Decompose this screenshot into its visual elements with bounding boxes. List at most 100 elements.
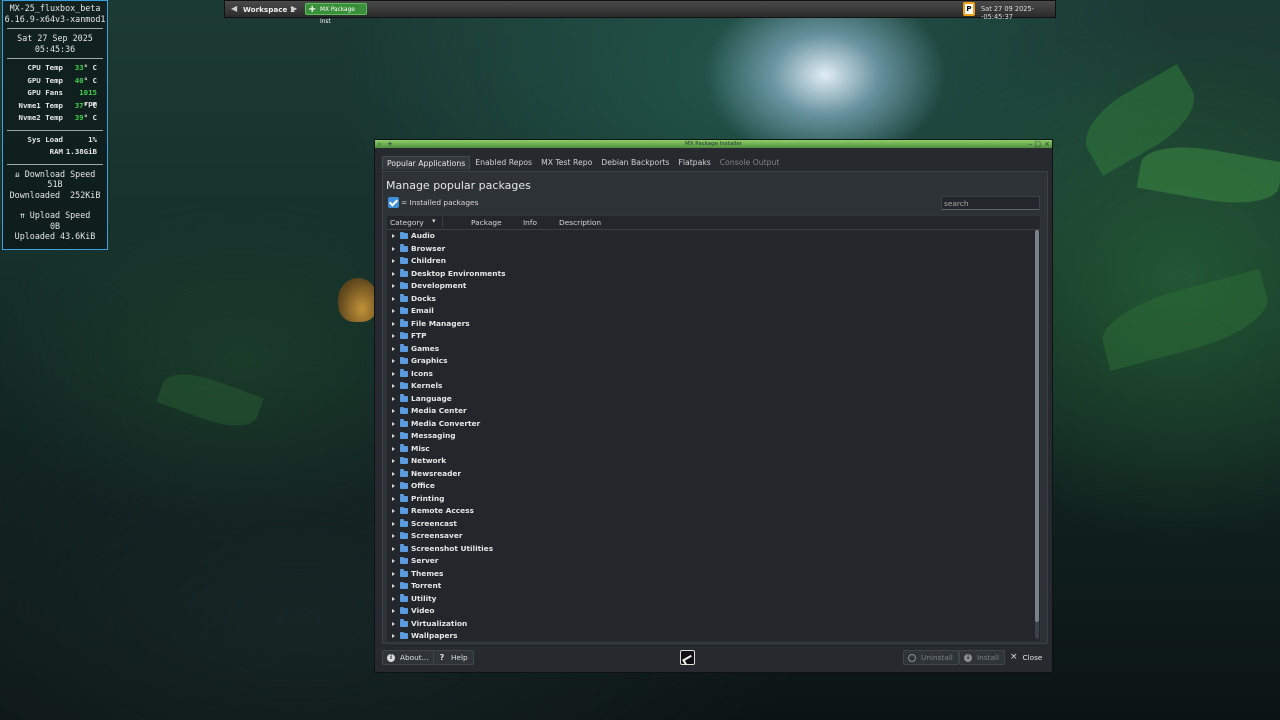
expand-arrow-icon[interactable] [392, 584, 395, 588]
category-row[interactable]: Server [387, 555, 1035, 568]
category-row[interactable]: Wallpapers [387, 630, 1035, 641]
tab-popular-applications[interactable]: Popular Applications [382, 156, 471, 170]
column-header-info[interactable]: Info [523, 218, 537, 227]
expand-arrow-icon[interactable] [392, 346, 395, 351]
category-row[interactable]: Media Converter [387, 418, 1035, 431]
tab-mx-test-repo[interactable]: MX Test Repo [537, 156, 596, 170]
mx-logo-icon [680, 650, 695, 665]
category-row[interactable]: Torrent [387, 580, 1035, 593]
expand-arrow-icon[interactable] [392, 259, 395, 263]
column-header-package[interactable]: Package [471, 218, 502, 227]
category-row[interactable]: Virtualization [387, 618, 1035, 631]
help-button[interactable]: ? Help [433, 650, 474, 665]
category-row[interactable]: Media Center [387, 405, 1035, 418]
window-stick-icon[interactable]: + [387, 140, 393, 148]
expand-arrow-icon[interactable] [392, 371, 395, 376]
category-row[interactable]: Icons [387, 368, 1035, 381]
category-row[interactable]: Screencast [387, 518, 1035, 531]
taskbar-task-mx-package-installer[interactable]: + MX Package Inst [305, 3, 367, 25]
category-row[interactable]: FTP [387, 330, 1035, 343]
category-row[interactable]: Printing [387, 493, 1035, 506]
category-row[interactable]: Browser [387, 243, 1035, 256]
window-menu-icon[interactable]: ‹ [378, 140, 381, 148]
expand-arrow-icon[interactable] [392, 596, 395, 601]
category-row[interactable]: Screenshot Utilities [387, 543, 1035, 556]
expand-arrow-icon[interactable] [392, 384, 395, 388]
tab-flatpaks[interactable]: Flatpaks [674, 156, 714, 170]
expand-arrow-icon[interactable] [392, 496, 395, 501]
category-row[interactable]: Newsreader [387, 468, 1035, 481]
category-row[interactable]: Kernels [387, 380, 1035, 393]
tab-console-output[interactable]: Console Output [716, 156, 784, 170]
category-row[interactable]: Language [387, 393, 1035, 406]
category-row[interactable]: Video [387, 605, 1035, 618]
scrollbar-thumb[interactable] [1035, 230, 1039, 622]
expand-arrow-icon[interactable] [392, 434, 395, 438]
category-row[interactable]: Audio [387, 230, 1035, 243]
expand-arrow-icon[interactable] [392, 571, 395, 576]
expand-arrow-icon[interactable] [392, 334, 395, 338]
expand-arrow-icon[interactable] [392, 609, 395, 613]
expand-arrow-icon[interactable] [392, 359, 395, 363]
expand-arrow-icon[interactable] [392, 296, 395, 301]
category-row[interactable]: Remote Access [387, 505, 1035, 518]
expand-arrow-icon[interactable] [392, 559, 395, 563]
workspace-name[interactable]: Workspace 1 [243, 5, 295, 14]
expand-arrow-icon[interactable] [392, 521, 395, 526]
expand-arrow-icon[interactable] [392, 459, 395, 463]
maximize-icon[interactable]: □ [1034, 140, 1041, 148]
search-input[interactable] [941, 196, 1040, 210]
category-row[interactable]: Development [387, 280, 1035, 293]
tab-debian-backports[interactable]: Debian Backports [597, 156, 673, 170]
category-row[interactable]: Screensaver [387, 530, 1035, 543]
column-header-description[interactable]: Description [559, 218, 601, 227]
expand-arrow-icon[interactable] [392, 271, 395, 276]
category-row[interactable]: Themes [387, 568, 1035, 581]
expand-arrow-icon[interactable] [392, 234, 395, 238]
uninstall-button[interactable]: Uninstall [903, 650, 959, 665]
expand-arrow-icon[interactable] [392, 321, 395, 326]
window-titlebar[interactable]: ‹ + MX Package Installer – □ × [375, 140, 1052, 148]
expand-arrow-icon[interactable] [392, 396, 395, 401]
conky-stats: CPU Temp 33° C GPU Temp 40° C GPU Fans 1015 r… [3, 63, 107, 126]
workspace-next-icon[interactable]: ▶ [291, 4, 297, 13]
folder-icon [400, 444, 408, 452]
category-row[interactable]: Graphics [387, 355, 1035, 368]
workspace-prev-icon[interactable]: ◀ [231, 4, 237, 13]
category-row[interactable]: Misc [387, 443, 1035, 456]
category-row[interactable]: Office [387, 480, 1035, 493]
category-label: FTP [411, 331, 427, 340]
column-header-category[interactable]: Category [390, 218, 424, 227]
install-button[interactable]: ↓ Install [959, 650, 1005, 665]
expand-arrow-icon[interactable] [392, 484, 395, 488]
expand-arrow-icon[interactable] [392, 634, 395, 638]
about-button-label: About... [400, 653, 429, 662]
expand-arrow-icon[interactable] [392, 246, 395, 251]
tab-enabled-repos[interactable]: Enabled Repos [471, 156, 536, 170]
about-button[interactable]: i About... [382, 650, 435, 665]
category-row[interactable]: Docks [387, 293, 1035, 306]
expand-arrow-icon[interactable] [392, 421, 395, 426]
expand-arrow-icon[interactable] [392, 546, 395, 551]
minimize-icon[interactable]: – [1029, 140, 1033, 148]
close-button[interactable]: × Close [1006, 650, 1047, 665]
expand-arrow-icon[interactable] [392, 534, 395, 538]
tree-scrollbar[interactable] [1035, 230, 1039, 639]
category-row[interactable]: Utility [387, 593, 1035, 606]
category-row[interactable]: Messaging [387, 430, 1035, 443]
expand-arrow-icon[interactable] [392, 471, 395, 476]
expand-arrow-icon[interactable] [392, 509, 395, 513]
category-row[interactable]: Games [387, 343, 1035, 356]
expand-arrow-icon[interactable] [392, 409, 395, 413]
category-row[interactable]: Desktop Environments [387, 268, 1035, 281]
category-row[interactable]: File Managers [387, 318, 1035, 331]
category-row[interactable]: Children [387, 255, 1035, 268]
category-row[interactable]: Email [387, 305, 1035, 318]
expand-arrow-icon[interactable] [392, 621, 395, 626]
expand-arrow-icon[interactable] [392, 446, 395, 451]
tray-app-icon[interactable]: P [963, 2, 975, 16]
expand-arrow-icon[interactable] [392, 284, 395, 288]
close-icon[interactable]: × [1044, 140, 1050, 148]
expand-arrow-icon[interactable] [392, 309, 395, 313]
category-row[interactable]: Network [387, 455, 1035, 468]
